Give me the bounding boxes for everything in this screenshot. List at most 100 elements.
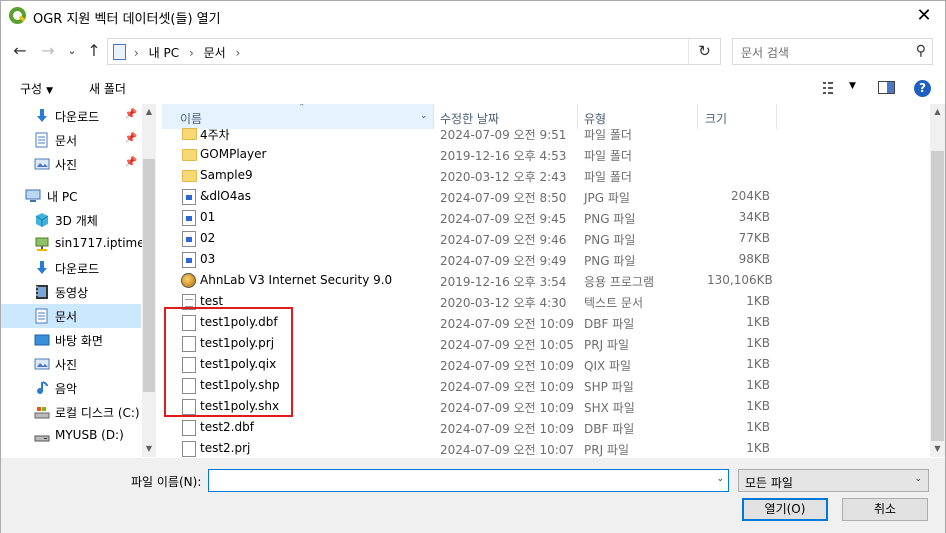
file-row[interactable]: &dlO4as 2024-07-09 오전 8:50 JPG 파일 204KB [162, 186, 932, 207]
file-name: test2.dbf [200, 420, 254, 434]
file-size: 1KB [746, 294, 770, 308]
file-date: 2024-07-09 오전 10:09 [440, 359, 575, 373]
file-row[interactable]: test2.prj 2024-07-09 오전 10:07 PRJ 파일 1KB [162, 438, 932, 457]
search-input[interactable]: 문서 검색 ⚲ [732, 38, 933, 65]
navigation-pane: 다운로드 📌 문서 📌 사진 📌 내 PC 3D 개체 sin1717.ipti… [1, 104, 156, 457]
computer-icon [25, 189, 41, 202]
sidebar-item-music[interactable]: 음악 [1, 376, 141, 400]
chevron-down-icon[interactable]: ⌄ [420, 111, 428, 121]
scroll-up-icon[interactable]: ▲ [142, 105, 156, 119]
forward-button[interactable]: → [37, 39, 59, 63]
address-bar[interactable]: › 내 PC › 문서 › ↻ [107, 38, 721, 65]
filename-input[interactable]: ⌄ [208, 469, 729, 492]
scroll-down-icon[interactable]: ▼ [930, 442, 945, 456]
dialog-footer: 파일 이름(N): ⌄ 모든 파일 ⌄ 열기(O) 취소 [1, 458, 945, 533]
sidebar-item-this-pc[interactable]: 내 PC [1, 184, 141, 208]
sidebar-item-label: 사진 [55, 358, 78, 372]
sidebar-item-label: 3D 개체 [55, 214, 98, 228]
file-name: 02 [200, 231, 216, 245]
file-date: 2020-03-12 오후 2:43 [440, 170, 567, 184]
sidebar-item-label: 바탕 화면 [55, 334, 103, 348]
help-icon[interactable]: ? [914, 80, 931, 97]
back-button[interactable]: ← [9, 39, 31, 63]
view-options-icon[interactable] [823, 81, 841, 95]
file-row[interactable]: 01 2024-07-09 오전 9:45 PNG 파일 34KB [162, 207, 932, 228]
file-type-select[interactable]: 모든 파일 ⌄ [738, 469, 929, 492]
preview-pane-icon[interactable] [878, 81, 895, 94]
file-type: 파일 폴더 [584, 149, 632, 163]
qgis-logo-icon [9, 7, 26, 24]
sidebar-item-pictures[interactable]: 사진 [1, 352, 141, 376]
file-date: 2024-07-09 오전 10:09 [440, 422, 575, 436]
sidebar-item-label: 로컬 디스크 (C:) [55, 406, 140, 420]
sidebar-item-label: MYUSB (D:) [55, 428, 124, 442]
cancel-button[interactable]: 취소 [842, 498, 928, 521]
sidebar-item-documents[interactable]: 문서 [1, 304, 141, 328]
file-row[interactable]: test2.dbf 2024-07-09 오전 10:09 DBF 파일 1KB [162, 417, 932, 438]
sidebar-item-downloads[interactable]: 다운로드 [1, 256, 141, 280]
chevron-down-icon: ⌄ [914, 474, 922, 484]
sidebar-item-label: 문서 [55, 310, 78, 324]
file-row[interactable]: 02 2024-07-09 오전 9:46 PNG 파일 77KB [162, 228, 932, 249]
pictures-icon [34, 158, 50, 170]
file-row[interactable]: GOMPlayer 2019-12-16 오후 4:53 파일 폴더 [162, 144, 932, 165]
file-name: 03 [200, 252, 216, 266]
refresh-button[interactable]: ↻ [688, 39, 720, 64]
close-button[interactable]: ✕ [909, 3, 939, 29]
sidebar-item-label: sin1717.iptime.org [55, 236, 156, 250]
file-row[interactable]: 4주차 2024-07-09 오전 9:51 파일 폴더 [162, 123, 932, 144]
sidebar-item-label: 사진 [55, 158, 78, 172]
up-button[interactable]: ↑ [83, 39, 105, 63]
chevron-down-icon: ▼ [46, 86, 54, 96]
file-name: test2.prj [200, 441, 251, 455]
recent-locations-button[interactable]: ⌄ [61, 39, 83, 63]
chevron-down-icon[interactable]: ⌄ [716, 474, 724, 484]
sidebar-item-local-disk-c[interactable]: 로컬 디스크 (C:) [1, 400, 141, 424]
file-date: 2019-12-16 오후 4:53 [440, 149, 567, 163]
scroll-down-icon[interactable]: ▼ [142, 442, 156, 456]
command-bar: 구성 ▼ 새 폴더 ▼ ? [1, 73, 945, 103]
file-size: 1KB [746, 336, 770, 350]
chevron-down-icon[interactable]: ▼ [849, 81, 856, 91]
scroll-up-icon[interactable]: ▲ [930, 105, 945, 119]
file-type: DBF 파일 [584, 422, 635, 436]
image-file-icon [182, 231, 196, 247]
breadcrumb-this-pc[interactable]: 내 PC [149, 46, 179, 60]
sidebar-item-network-location[interactable]: sin1717.iptime.org [1, 232, 156, 256]
file-date: 2020-03-12 오후 4:30 [440, 296, 567, 310]
video-icon [36, 285, 48, 299]
sidebar-item-3d-objects[interactable]: 3D 개체 [1, 208, 141, 232]
sidebar-item-usb-d[interactable]: MYUSB (D:) [1, 424, 141, 448]
sidebar-scrollbar-thumb[interactable] [143, 159, 155, 392]
image-file-icon [182, 252, 196, 268]
organize-menu[interactable]: 구성 ▼ [20, 80, 53, 97]
pin-icon: 📌 [124, 157, 137, 168]
sidebar-item-videos[interactable]: 동영상 [1, 280, 141, 304]
image-file-icon [182, 210, 196, 226]
file-row[interactable]: Sample9 2020-03-12 오후 2:43 파일 폴더 [162, 165, 932, 186]
file-size: 1KB [746, 315, 770, 329]
file-size: 1KB [746, 441, 770, 455]
sidebar-item-downloads-quick[interactable]: 다운로드 📌 [1, 104, 141, 128]
breadcrumb-documents[interactable]: 문서 [204, 46, 226, 60]
file-date: 2024-07-09 오전 10:05 [440, 338, 575, 352]
file-type: PNG 파일 [584, 212, 636, 226]
sidebar-item-pictures-quick[interactable]: 사진 📌 [1, 152, 141, 176]
3d-objects-icon [35, 213, 49, 227]
file-row[interactable]: 03 2024-07-09 오전 9:49 PNG 파일 98KB [162, 249, 932, 270]
new-folder-button[interactable]: 새 폴더 [89, 80, 126, 97]
sidebar-item-documents-quick[interactable]: 문서 📌 [1, 128, 141, 152]
file-type: 응용 프로그램 [584, 275, 655, 289]
breadcrumb-separator[interactable]: › [236, 46, 241, 60]
download-icon [37, 261, 47, 274]
file-list-scrollbar-thumb[interactable] [931, 151, 944, 441]
file-date: 2024-07-09 오전 10:09 [440, 380, 575, 394]
document-icon [35, 308, 48, 324]
open-button[interactable]: 열기(O) [742, 498, 828, 521]
file-type: PRJ 파일 [584, 443, 630, 457]
file-size: 204KB [730, 189, 770, 203]
sidebar-item-desktop[interactable]: 바탕 화면 [1, 328, 141, 352]
pin-icon: 📌 [124, 133, 137, 144]
file-type: 파일 폴더 [584, 128, 632, 142]
file-row[interactable]: AhnLab V3 Internet Security 9.0 2019-12-1… [162, 270, 932, 291]
